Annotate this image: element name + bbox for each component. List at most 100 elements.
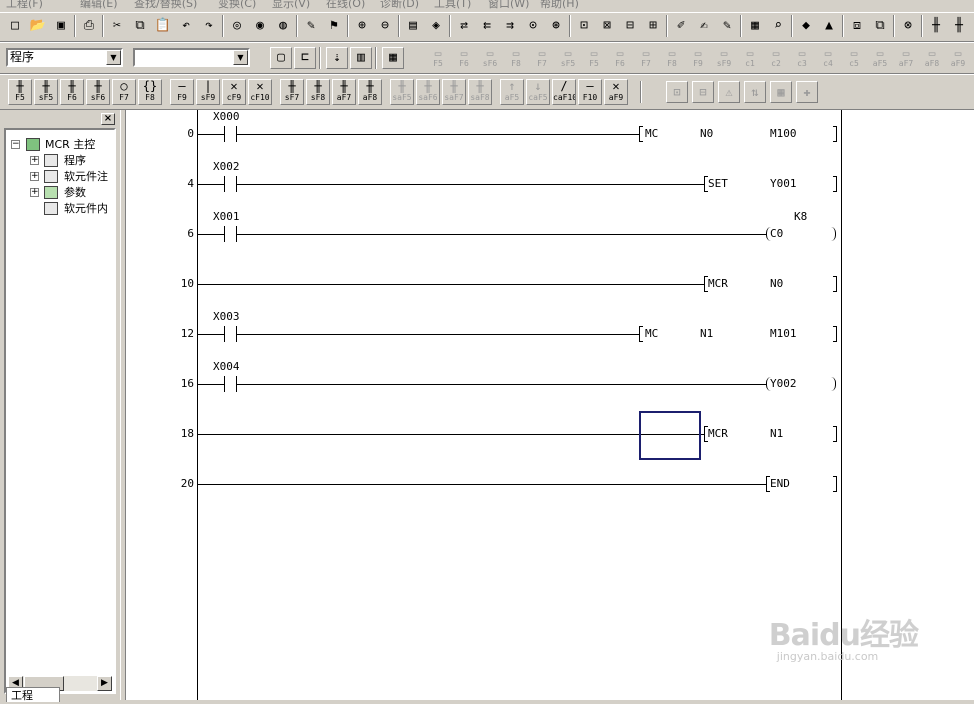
device-table-icon[interactable]: ▦: [744, 15, 766, 37]
ladder-symbol-button[interactable]: ╫ aF7: [332, 79, 356, 105]
find-instruction-icon[interactable]: ◉: [249, 15, 271, 37]
sfc-symbol-button[interactable]: ▭ F6: [453, 47, 475, 69]
sfc-view-icon[interactable]: ⊟: [619, 15, 641, 37]
cut-icon[interactable]: ✂: [106, 15, 128, 37]
expand-icon[interactable]: +: [30, 172, 39, 181]
show-device-icon[interactable]: ▢: [270, 47, 292, 69]
mode-icon[interactable]: ▥: [350, 47, 372, 69]
expand-icon[interactable]: +: [30, 156, 39, 165]
edit-cursor[interactable]: [639, 411, 701, 460]
menu-item[interactable]: 变换(C): [218, 0, 256, 10]
menu-item[interactable]: 编辑(E): [80, 0, 118, 10]
chevron-down-icon[interactable]: ▼: [106, 50, 121, 65]
sfc-symbol-button[interactable]: ▭ F8: [661, 47, 683, 69]
chevron-down-icon[interactable]: ▼: [233, 50, 248, 65]
ladder-symbol-button[interactable]: ╫ saF7: [442, 79, 466, 105]
no-contact-symbol[interactable]: [224, 126, 237, 142]
sfc-block-icon[interactable]: ▦: [382, 47, 404, 69]
menu-item[interactable]: 在线(O): [326, 0, 365, 10]
menu-item[interactable]: 工具(T): [434, 0, 471, 10]
ladder-symbol-button[interactable]: ✕ cF10: [248, 79, 272, 105]
device-select[interactable]: ▼: [133, 48, 250, 67]
diagnose-icon[interactable]: ⊗: [897, 15, 919, 37]
find-device-icon[interactable]: ◎: [226, 15, 248, 37]
step-shift-icon[interactable]: ⇣: [326, 47, 348, 69]
tree-item-device-comment[interactable]: + 软元件注: [6, 169, 114, 184]
ladder-tool2-icon[interactable]: ╫: [948, 15, 970, 37]
sfc-symbol-button[interactable]: ▭ F8: [505, 47, 527, 69]
ladder-symbol-button[interactable]: | sF9: [196, 79, 220, 105]
write-plc-icon[interactable]: ⇉: [499, 15, 521, 37]
tree-item-device-memory[interactable]: 软元件内: [6, 201, 114, 216]
ladder-symbol-button[interactable]: ✕ cF9: [222, 79, 246, 105]
error-icon[interactable]: ⚠: [718, 81, 740, 103]
menu-item[interactable]: 工程(F): [6, 0, 43, 10]
ladder-symbol-button[interactable]: ╫ F5: [8, 79, 32, 105]
sfc-symbol-button[interactable]: ▭ c2: [765, 47, 787, 69]
sfc-symbol-button[interactable]: ▭ sF5: [557, 47, 579, 69]
comment-edit-icon[interactable]: ✐: [670, 15, 692, 37]
ladder-symbol-button[interactable]: ↓ caF5: [526, 79, 550, 105]
ladder-symbol-button[interactable]: ╫ saF5: [390, 79, 414, 105]
no-contact-symbol[interactable]: [224, 176, 237, 192]
ladder-symbol-button[interactable]: ✕ aF9: [604, 79, 628, 105]
sfc-symbol-button[interactable]: ▭ aF5: [869, 47, 891, 69]
tree-item-parameter[interactable]: + 参数: [6, 185, 114, 200]
save-icon[interactable]: ▣: [50, 15, 72, 37]
ladder-symbol-button[interactable]: ╫ sF6: [86, 79, 110, 105]
block-icon[interactable]: ▦: [770, 81, 792, 103]
sfc-symbol-button[interactable]: ▭ F6: [609, 47, 631, 69]
verify-icon[interactable]: ⊙: [522, 15, 544, 37]
ladder-symbol-button[interactable]: ╫ sF8: [306, 79, 330, 105]
redo-icon[interactable]: ↷: [198, 15, 220, 37]
show-comment-icon[interactable]: ⊏: [294, 47, 316, 69]
undo-icon[interactable]: ↶: [175, 15, 197, 37]
menu-item[interactable]: 诊断(D): [380, 0, 419, 10]
program-check-icon[interactable]: ⊡: [666, 81, 688, 103]
ladder-symbol-button[interactable]: — F9: [170, 79, 194, 105]
copy-icon[interactable]: ⧉: [129, 15, 151, 37]
menu-item[interactable]: 窗口(W): [488, 0, 529, 10]
expand-icon[interactable]: +: [30, 188, 39, 197]
device-batch-icon[interactable]: ◈: [425, 15, 447, 37]
ladder-symbol-button[interactable]: ╫ F6: [60, 79, 84, 105]
ladder-view-icon[interactable]: ⊡: [573, 15, 595, 37]
sfc-symbol-button[interactable]: ▭ F5: [583, 47, 605, 69]
start-monitor-icon[interactable]: ⊛: [545, 15, 567, 37]
ladder-symbol-button[interactable]: {} F8: [138, 79, 162, 105]
print-icon[interactable]: ⎙: [78, 15, 100, 37]
ladder-symbol-button[interactable]: ↑ aF5: [500, 79, 524, 105]
sfc-symbol-button[interactable]: ▭ F7: [635, 47, 657, 69]
ladder-symbol-button[interactable]: ╫ saF8: [468, 79, 492, 105]
note-edit-icon[interactable]: ✎: [716, 15, 738, 37]
ladder-editor[interactable]: 0 X000 MC N0 M100 4 X002 SET Y001 6 X001 C0 K8 10 MCR N…: [126, 110, 974, 700]
cross-ref-icon[interactable]: ⌕: [767, 15, 789, 37]
transfer-setup-icon[interactable]: ⇄: [453, 15, 475, 37]
open-file-icon[interactable]: 📂: [27, 15, 49, 37]
monitor-icon[interactable]: ⚑: [323, 15, 345, 37]
tree-root[interactable]: − MCR 主控: [6, 137, 114, 152]
step-up-icon[interactable]: ▲: [818, 15, 840, 37]
sfc-symbol-button[interactable]: ▭ c5: [843, 47, 865, 69]
sfc-symbol-button[interactable]: ▭ F5: [427, 47, 449, 69]
sfc-symbol-button[interactable]: ▭ F7: [531, 47, 553, 69]
step-icon[interactable]: ◆: [795, 15, 817, 37]
list-view-icon[interactable]: ⊠: [596, 15, 618, 37]
sfc-symbol-button[interactable]: ▭ aF9: [947, 47, 969, 69]
block-move-icon[interactable]: ✚: [796, 81, 818, 103]
ladder-symbol-button[interactable]: / caF10: [552, 79, 576, 105]
read-plc-icon[interactable]: ⇇: [476, 15, 498, 37]
ladder-symbol-button[interactable]: — F10: [578, 79, 602, 105]
paste-icon[interactable]: 📋: [152, 15, 174, 37]
data-type-select[interactable]: 程序 ▼: [6, 48, 123, 67]
edit-mode-icon[interactable]: ✎: [300, 15, 322, 37]
sfc-symbol-button[interactable]: ▭ sF6: [479, 47, 501, 69]
ladder-symbol-button[interactable]: ╫ sF5: [34, 79, 58, 105]
ladder-symbol-button[interactable]: ╫ saF6: [416, 79, 440, 105]
collapse-icon[interactable]: −: [11, 140, 20, 149]
sfc-symbol-button[interactable]: ▭ sF9: [713, 47, 735, 69]
list-icon[interactable]: ▤: [402, 15, 424, 37]
sfc-symbol-button[interactable]: ▭ aF7: [895, 47, 917, 69]
sfc-symbol-button[interactable]: ▭ c3: [791, 47, 813, 69]
menu-item[interactable]: 帮助(H): [540, 0, 579, 10]
